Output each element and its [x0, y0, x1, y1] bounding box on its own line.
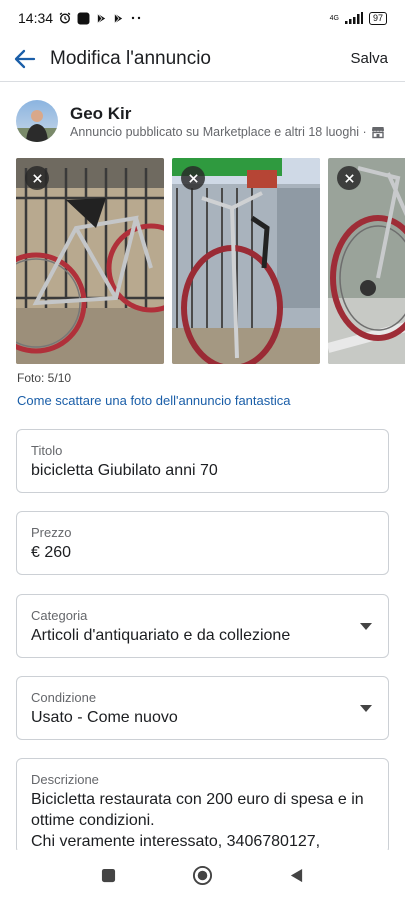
title-label: Titolo [31, 443, 63, 458]
home-button[interactable] [191, 863, 215, 887]
status-bar: 14:34 4G 97 [0, 0, 405, 36]
back-button[interactable] [0, 36, 50, 82]
remove-photo-button[interactable] [181, 166, 205, 190]
shop-icon[interactable] [371, 125, 385, 139]
condition-select[interactable]: Condizione Usato - Come nuovo [16, 676, 389, 740]
back-nav-button[interactable] [285, 863, 309, 887]
remove-photo-button[interactable] [25, 166, 49, 190]
app-notification-icon [77, 12, 90, 24]
condition-label: Condizione [31, 690, 97, 705]
network-type: 4G [329, 14, 339, 22]
close-icon [188, 173, 198, 183]
battery-level: 97 [368, 11, 387, 25]
page-title: Modifica l'annuncio [50, 47, 211, 69]
alarm-icon [59, 12, 71, 24]
close-icon [32, 173, 42, 183]
price-field[interactable]: Prezzo € 260 [16, 511, 389, 575]
title-field[interactable]: Titolo bicicletta Giubilato anni 70 [16, 429, 389, 493]
avatar[interactable] [16, 100, 58, 142]
listing-locations: Annuncio pubblicato su Marketplace e alt… [70, 125, 367, 139]
seller-info: Geo Kir Annuncio pubblicato su Marketpla… [16, 99, 391, 143]
photo-tips-link[interactable]: Come scattare una foto dell'annuncio fan… [17, 393, 290, 408]
close-icon [344, 173, 354, 183]
category-label: Categoria [31, 608, 88, 623]
listing-photo[interactable] [172, 158, 320, 364]
description-field[interactable]: Descrizione Bicicletta restaurata con 20… [16, 758, 389, 854]
square-icon [101, 868, 116, 882]
listing-photo[interactable] [16, 158, 164, 364]
system-nav-bar [0, 850, 405, 900]
price-label: Prezzo [31, 525, 72, 540]
status-time: 14:34 [18, 10, 54, 26]
photo-count: Foto: 5/10 [17, 371, 72, 385]
category-value: Articoli d'antiquariato e da collezione [31, 627, 291, 644]
signal-icon [344, 12, 363, 24]
description-label: Descrizione [31, 772, 99, 787]
play-store-icon [114, 13, 123, 23]
caret-down-icon [360, 705, 372, 712]
triangle-back-icon [290, 868, 303, 882]
price-input[interactable]: € 260 [31, 542, 374, 564]
listing-photo[interactable] [328, 158, 405, 364]
save-button[interactable]: Salva [350, 50, 388, 67]
recents-button[interactable] [97, 863, 121, 887]
description-input[interactable]: Bicicletta restaurata con 200 euro di sp… [31, 789, 374, 852]
arrow-left-icon [14, 49, 36, 68]
play-store-icon [97, 13, 106, 23]
category-select[interactable]: Categoria Articoli d'antiquariato e da c… [16, 594, 389, 658]
caret-down-icon [360, 623, 372, 630]
remove-photo-button[interactable] [337, 166, 361, 190]
seller-name: Geo Kir [70, 104, 132, 123]
more-notifications-icon [131, 16, 141, 20]
circle-icon [192, 865, 213, 885]
photo-carousel[interactable] [16, 158, 405, 364]
condition-value: Usato - Come nuovo [31, 709, 178, 726]
title-input[interactable]: bicicletta Giubilato anni 70 [31, 460, 374, 482]
app-header: Modifica l'annuncio Salva [0, 36, 405, 82]
